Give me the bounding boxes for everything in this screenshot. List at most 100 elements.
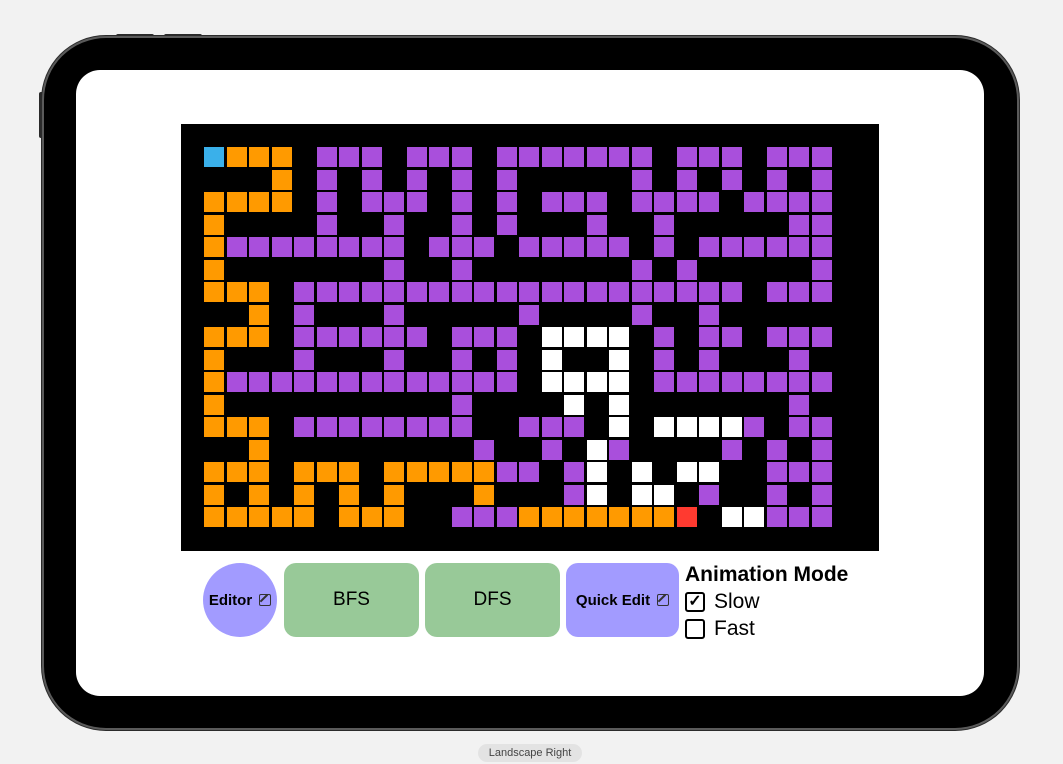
- open-cell[interactable]: [564, 237, 584, 257]
- path-cell[interactable]: [294, 462, 314, 482]
- open-cell[interactable]: [339, 237, 359, 257]
- open-cell[interactable]: [721, 237, 742, 257]
- path-cell[interactable]: [294, 484, 314, 505]
- open-cell[interactable]: [541, 237, 562, 257]
- visited-cell[interactable]: [744, 507, 764, 527]
- open-cell[interactable]: [519, 417, 539, 437]
- path-cell[interactable]: [586, 507, 607, 527]
- open-cell[interactable]: [564, 484, 584, 505]
- open-cell[interactable]: [811, 282, 832, 302]
- path-cell[interactable]: [361, 507, 382, 527]
- path-cell[interactable]: [271, 507, 292, 527]
- open-cell[interactable]: [451, 169, 472, 190]
- open-cell[interactable]: [676, 282, 697, 302]
- open-cell[interactable]: [406, 147, 427, 167]
- path-cell[interactable]: [204, 484, 224, 505]
- open-cell[interactable]: [721, 282, 742, 302]
- open-cell[interactable]: [676, 192, 697, 212]
- open-cell[interactable]: [384, 192, 404, 212]
- open-cell[interactable]: [541, 192, 562, 212]
- open-cell[interactable]: [316, 327, 337, 347]
- open-cell[interactable]: [766, 237, 787, 257]
- open-cell[interactable]: [429, 282, 449, 302]
- visited-cell[interactable]: [609, 394, 629, 415]
- open-cell[interactable]: [451, 327, 472, 347]
- dfs-button[interactable]: DFS: [425, 563, 560, 637]
- path-cell[interactable]: [226, 192, 247, 212]
- open-cell[interactable]: [339, 327, 359, 347]
- path-cell[interactable]: [204, 259, 224, 280]
- open-cell[interactable]: [541, 147, 562, 167]
- open-cell[interactable]: [766, 507, 787, 527]
- path-cell[interactable]: [316, 462, 337, 482]
- visited-cell[interactable]: [631, 462, 652, 482]
- path-cell[interactable]: [271, 169, 292, 190]
- open-cell[interactable]: [564, 462, 584, 482]
- open-cell[interactable]: [496, 372, 517, 392]
- path-cell[interactable]: [204, 327, 224, 347]
- visited-cell[interactable]: [609, 327, 629, 347]
- open-cell[interactable]: [699, 147, 719, 167]
- path-cell[interactable]: [226, 282, 247, 302]
- visited-cell[interactable]: [541, 349, 562, 370]
- visited-cell[interactable]: [564, 372, 584, 392]
- open-cell[interactable]: [294, 282, 314, 302]
- visited-cell[interactable]: [609, 349, 629, 370]
- open-cell[interactable]: [226, 237, 247, 257]
- open-cell[interactable]: [811, 327, 832, 347]
- open-cell[interactable]: [271, 237, 292, 257]
- open-cell[interactable]: [676, 169, 697, 190]
- open-cell[interactable]: [294, 417, 314, 437]
- open-cell[interactable]: [811, 372, 832, 392]
- path-cell[interactable]: [204, 507, 224, 527]
- visited-cell[interactable]: [631, 484, 652, 505]
- path-cell[interactable]: [249, 417, 269, 437]
- open-cell[interactable]: [811, 237, 832, 257]
- visited-cell[interactable]: [586, 484, 607, 505]
- open-cell[interactable]: [541, 439, 562, 460]
- open-cell[interactable]: [496, 349, 517, 370]
- end-cell[interactable]: [676, 507, 697, 527]
- visited-cell[interactable]: [654, 417, 674, 437]
- open-cell[interactable]: [811, 462, 832, 482]
- open-cell[interactable]: [586, 214, 607, 235]
- option-fast[interactable]: Fast: [685, 615, 885, 642]
- open-cell[interactable]: [361, 282, 382, 302]
- open-cell[interactable]: [654, 192, 674, 212]
- visited-cell[interactable]: [564, 327, 584, 347]
- open-cell[interactable]: [789, 394, 809, 415]
- open-cell[interactable]: [721, 147, 742, 167]
- open-cell[interactable]: [811, 439, 832, 460]
- open-cell[interactable]: [496, 147, 517, 167]
- open-cell[interactable]: [361, 327, 382, 347]
- path-cell[interactable]: [204, 214, 224, 235]
- open-cell[interactable]: [631, 192, 652, 212]
- open-cell[interactable]: [406, 417, 427, 437]
- path-cell[interactable]: [249, 192, 269, 212]
- open-cell[interactable]: [451, 372, 472, 392]
- open-cell[interactable]: [339, 147, 359, 167]
- visited-cell[interactable]: [586, 439, 607, 460]
- open-cell[interactable]: [631, 259, 652, 280]
- open-cell[interactable]: [766, 439, 787, 460]
- open-cell[interactable]: [294, 304, 314, 325]
- path-cell[interactable]: [249, 147, 269, 167]
- open-cell[interactable]: [564, 147, 584, 167]
- path-cell[interactable]: [249, 327, 269, 347]
- open-cell[interactable]: [474, 439, 494, 460]
- path-cell[interactable]: [339, 462, 359, 482]
- open-cell[interactable]: [654, 282, 674, 302]
- path-cell[interactable]: [541, 507, 562, 527]
- visited-cell[interactable]: [721, 417, 742, 437]
- open-cell[interactable]: [609, 237, 629, 257]
- open-cell[interactable]: [226, 372, 247, 392]
- visited-cell[interactable]: [586, 462, 607, 482]
- open-cell[interactable]: [406, 372, 427, 392]
- open-cell[interactable]: [766, 169, 787, 190]
- open-cell[interactable]: [609, 147, 629, 167]
- path-cell[interactable]: [339, 484, 359, 505]
- open-cell[interactable]: [451, 282, 472, 302]
- open-cell[interactable]: [789, 462, 809, 482]
- visited-cell[interactable]: [564, 394, 584, 415]
- open-cell[interactable]: [339, 282, 359, 302]
